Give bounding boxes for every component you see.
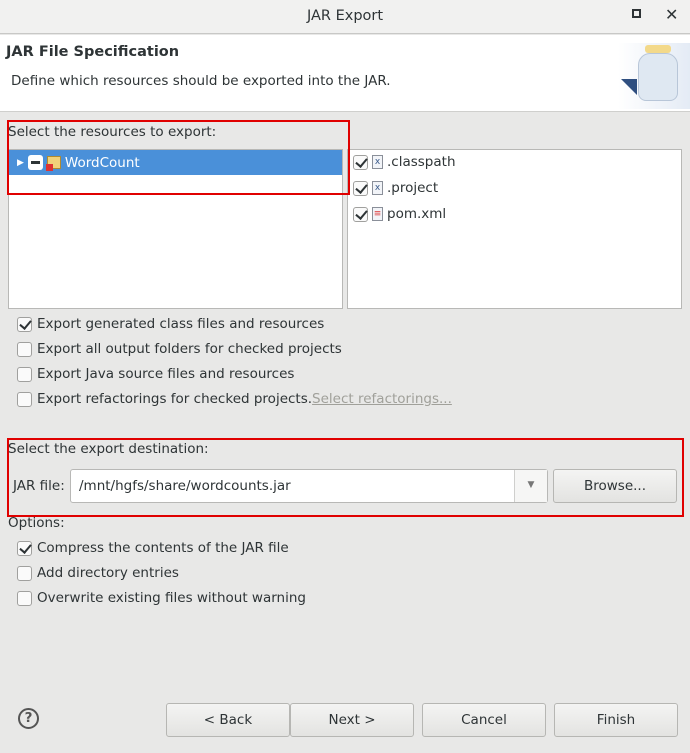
checkbox[interactable]	[353, 180, 368, 196]
checkbox[interactable]	[17, 565, 32, 581]
option-export-class[interactable]: Export generated class files and resourc…	[17, 316, 324, 332]
options-label: Options:	[8, 515, 65, 531]
maximize-icon[interactable]	[632, 9, 641, 18]
checkbox[interactable]	[353, 154, 368, 170]
jar-file-combo[interactable]: /mnt/hgfs/share/wordcounts.jar ▼	[70, 469, 548, 503]
jar-file-input[interactable]: /mnt/hgfs/share/wordcounts.jar	[79, 478, 291, 494]
jar-banner-icon	[618, 43, 690, 109]
file-label: .project	[387, 180, 439, 196]
checkbox[interactable]	[17, 540, 32, 556]
destination-label: Select the export destination:	[8, 441, 209, 457]
option-label: Export refactorings for checked projects…	[37, 391, 313, 407]
title-bar: JAR Export	[0, 0, 690, 34]
list-item[interactable]: x .classpath	[353, 154, 456, 170]
xml-file-icon: x	[372, 181, 383, 195]
checkbox[interactable]	[17, 391, 32, 407]
file-label: .classpath	[387, 154, 456, 170]
option-compress[interactable]: Compress the contents of the JAR file	[17, 540, 289, 556]
checkbox[interactable]	[17, 366, 32, 382]
option-label: Export all output folders for checked pr…	[37, 341, 342, 357]
next-button[interactable]: Next >	[290, 703, 414, 737]
checkbox[interactable]	[353, 206, 368, 222]
finish-button[interactable]: Finish	[554, 703, 678, 737]
xml-file-icon: x	[372, 155, 383, 169]
jar-file-label: JAR file:	[13, 478, 65, 494]
checkbox[interactable]	[17, 316, 32, 332]
list-item[interactable]: x .project	[353, 180, 438, 196]
option-label: Export generated class files and resourc…	[37, 316, 325, 332]
option-label: Add directory entries	[37, 565, 179, 581]
checkbox[interactable]	[17, 341, 32, 357]
window-title: JAR Export	[306, 8, 384, 24]
option-overwrite[interactable]: Overwrite existing files without warning	[17, 590, 306, 606]
page-title: JAR File Specification	[6, 44, 180, 60]
select-refactorings-link[interactable]: Select refactorings...	[312, 391, 452, 407]
option-export-refactorings[interactable]: Export refactorings for checked projects…	[17, 391, 452, 407]
option-label: Export Java source files and resources	[37, 366, 295, 382]
cancel-button[interactable]: Cancel	[422, 703, 546, 737]
list-item[interactable]: ≡ pom.xml	[353, 206, 446, 222]
file-label: pom.xml	[387, 206, 447, 222]
back-button[interactable]: < Back	[166, 703, 290, 737]
checkbox[interactable]	[17, 590, 32, 606]
help-icon[interactable]: ?	[18, 708, 39, 729]
option-label: Compress the contents of the JAR file	[37, 540, 289, 556]
file-list[interactable]: x .classpath x .project ≡ pom.xml	[347, 149, 682, 309]
option-export-output[interactable]: Export all output folders for checked pr…	[17, 341, 342, 357]
browse-button[interactable]: Browse...	[553, 469, 677, 503]
close-icon[interactable]: ✕	[665, 5, 678, 24]
option-directory-entries[interactable]: Add directory entries	[17, 565, 179, 581]
pom-file-icon: ≡	[372, 207, 383, 221]
option-label: Overwrite existing files without warning	[37, 590, 306, 606]
annotation-box-resources	[7, 120, 350, 195]
wizard-header: JAR File Specification Define which reso…	[0, 35, 690, 112]
option-export-source[interactable]: Export Java source files and resources	[17, 366, 294, 382]
dropdown-arrow-icon[interactable]: ▼	[514, 470, 547, 502]
page-description: Define which resources should be exporte…	[11, 73, 391, 89]
